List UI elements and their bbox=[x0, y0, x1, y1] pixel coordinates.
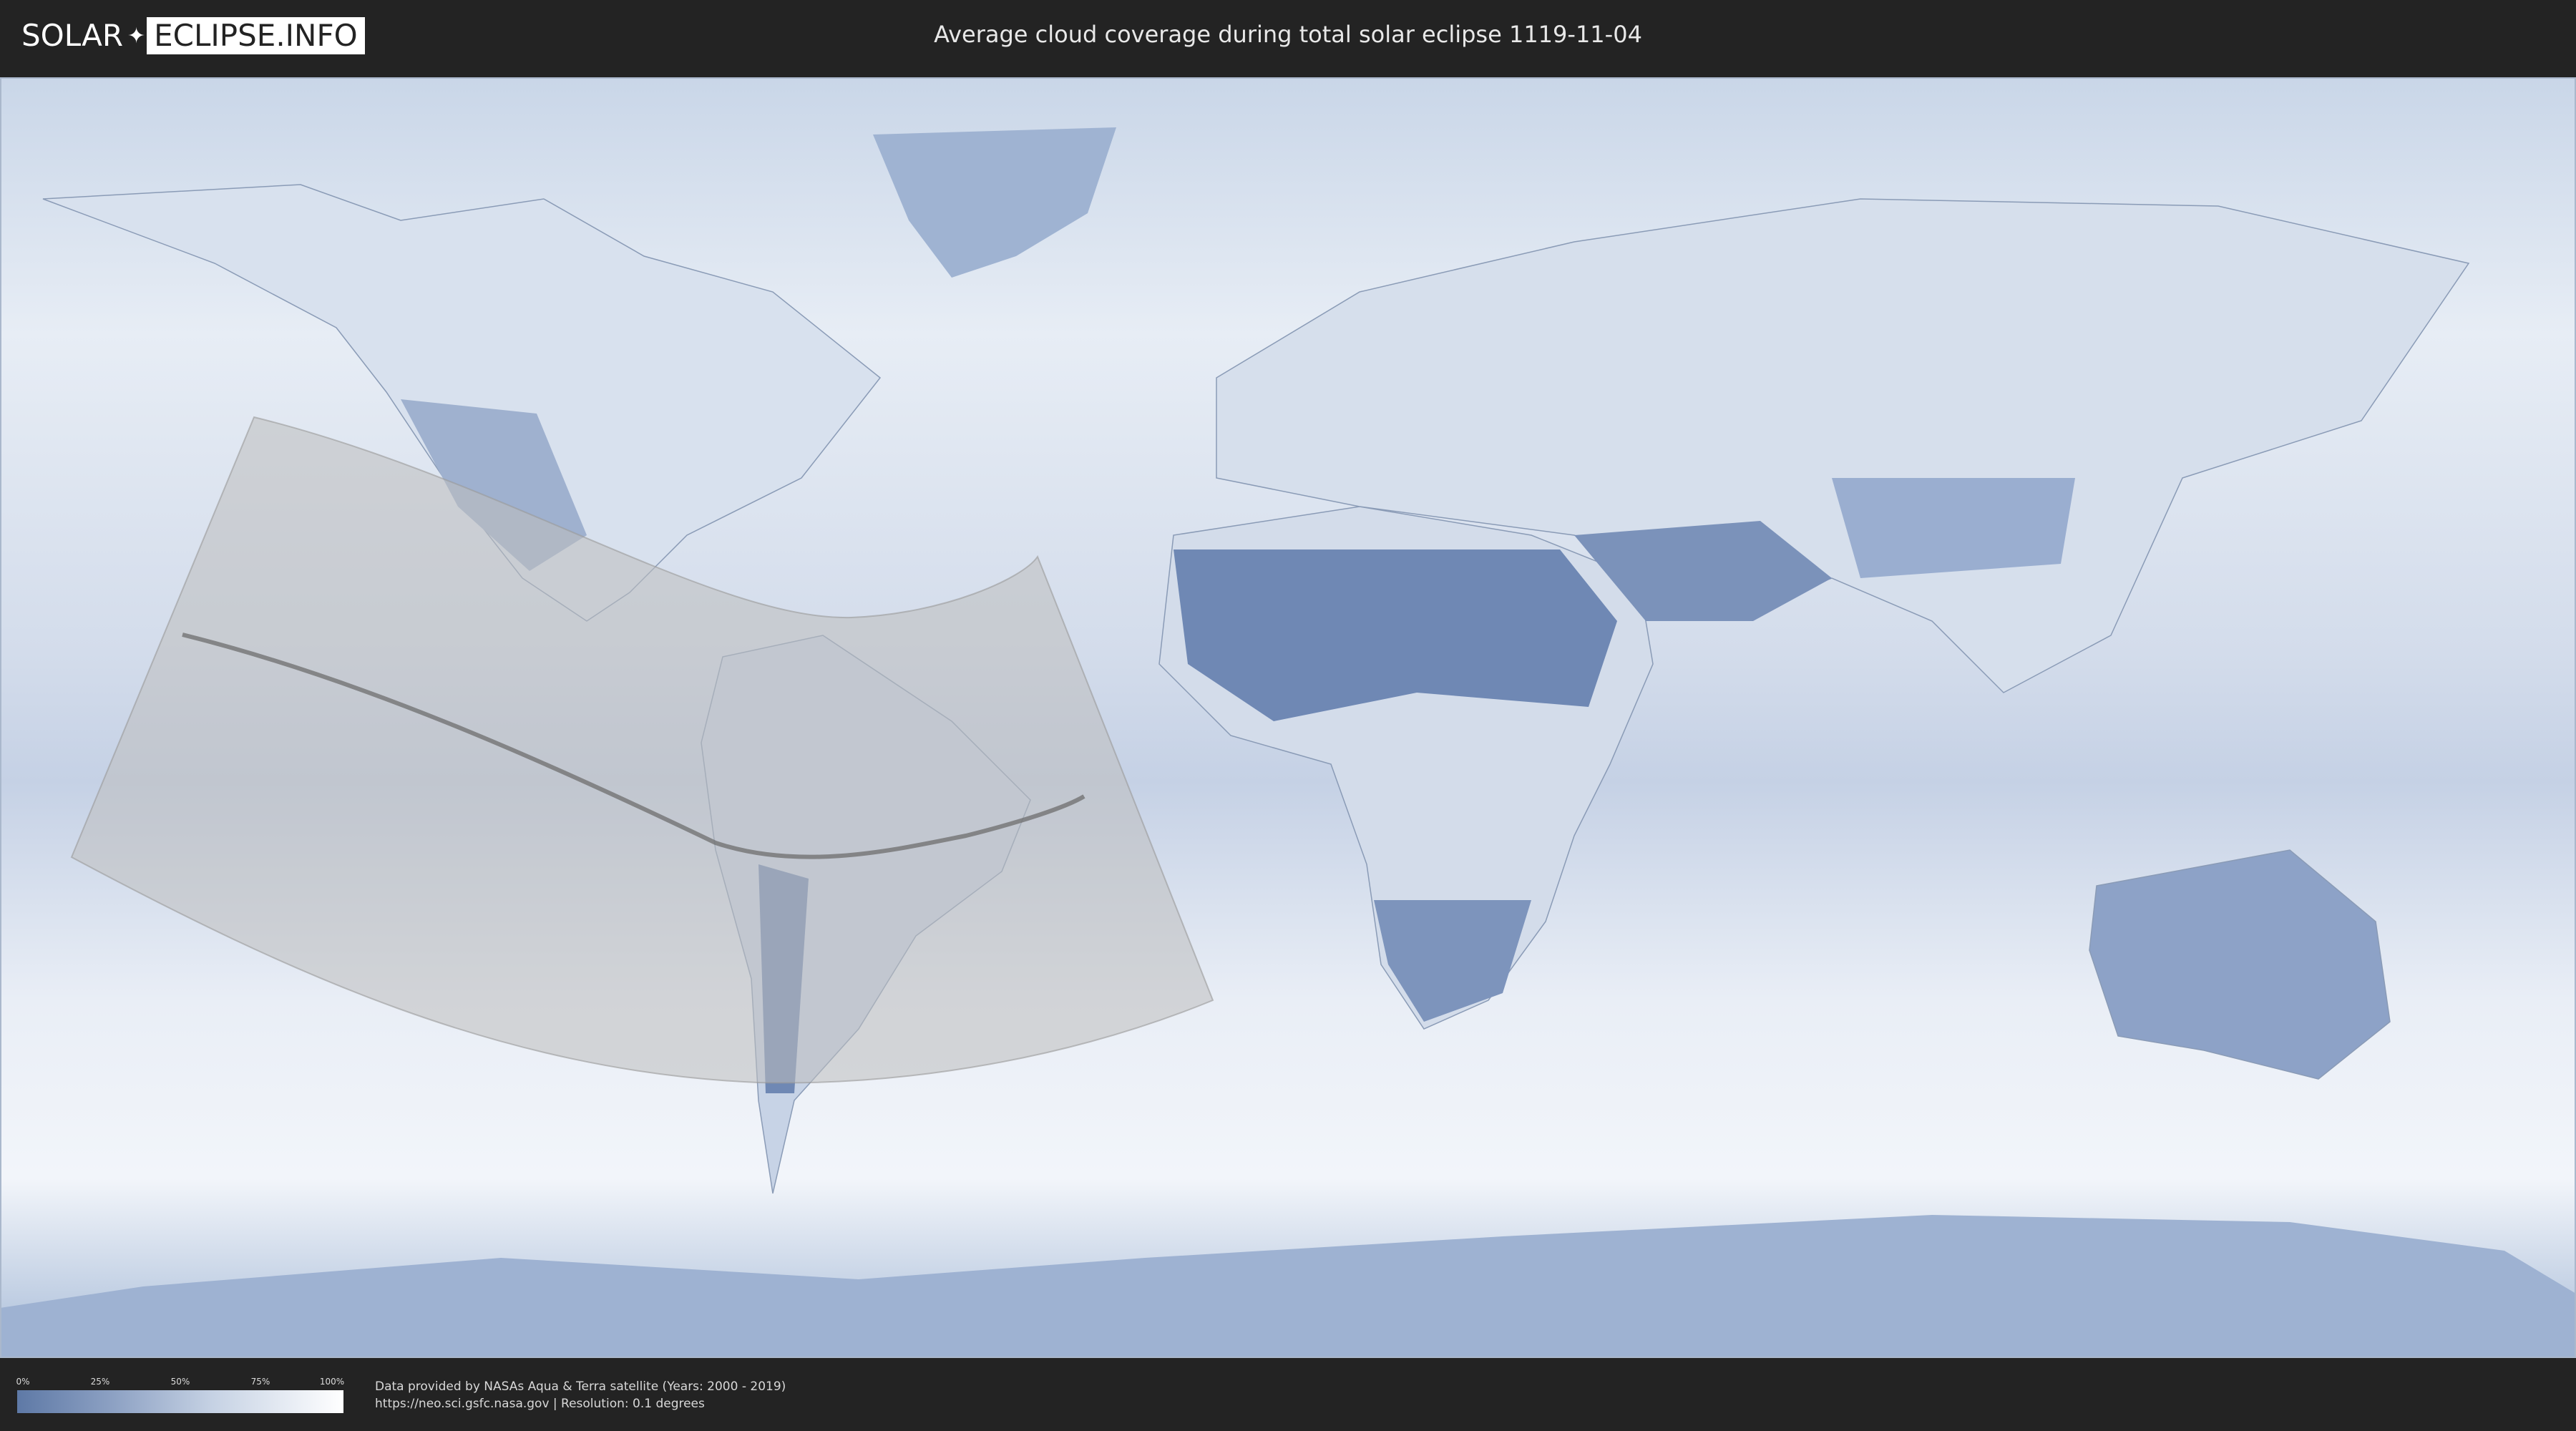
tibet-clear-region bbox=[1832, 478, 2075, 578]
footer-bar bbox=[0, 1358, 2576, 1431]
world-map-graphic bbox=[0, 77, 2576, 1358]
cloud-coverage-legend-bar bbox=[17, 1390, 343, 1413]
legend-tick-0: 0% bbox=[16, 1377, 30, 1387]
legend-tick-50: 50% bbox=[170, 1377, 190, 1387]
legend-tick-75: 75% bbox=[250, 1377, 270, 1387]
cloud-coverage-map[interactable] bbox=[0, 77, 2576, 1358]
data-source-link[interactable]: https://neo.sci.gsfc.nasa.gov | Resoluti… bbox=[375, 1396, 705, 1412]
header-bar: SOLAR ✦ ECLIPSE.INFO Average cloud cover… bbox=[0, 0, 2576, 72]
legend-tick-25: 25% bbox=[90, 1377, 110, 1387]
sahara-clear-region bbox=[1174, 550, 1617, 721]
data-source-text: Data provided by NASAs Aqua & Terra sate… bbox=[375, 1379, 786, 1394]
legend-tick-labels: 0% 25% 50% 75% 100% bbox=[16, 1376, 345, 1387]
page-title: Average cloud coverage during total sola… bbox=[934, 21, 1642, 48]
legend-tick-100: 100% bbox=[319, 1377, 345, 1387]
